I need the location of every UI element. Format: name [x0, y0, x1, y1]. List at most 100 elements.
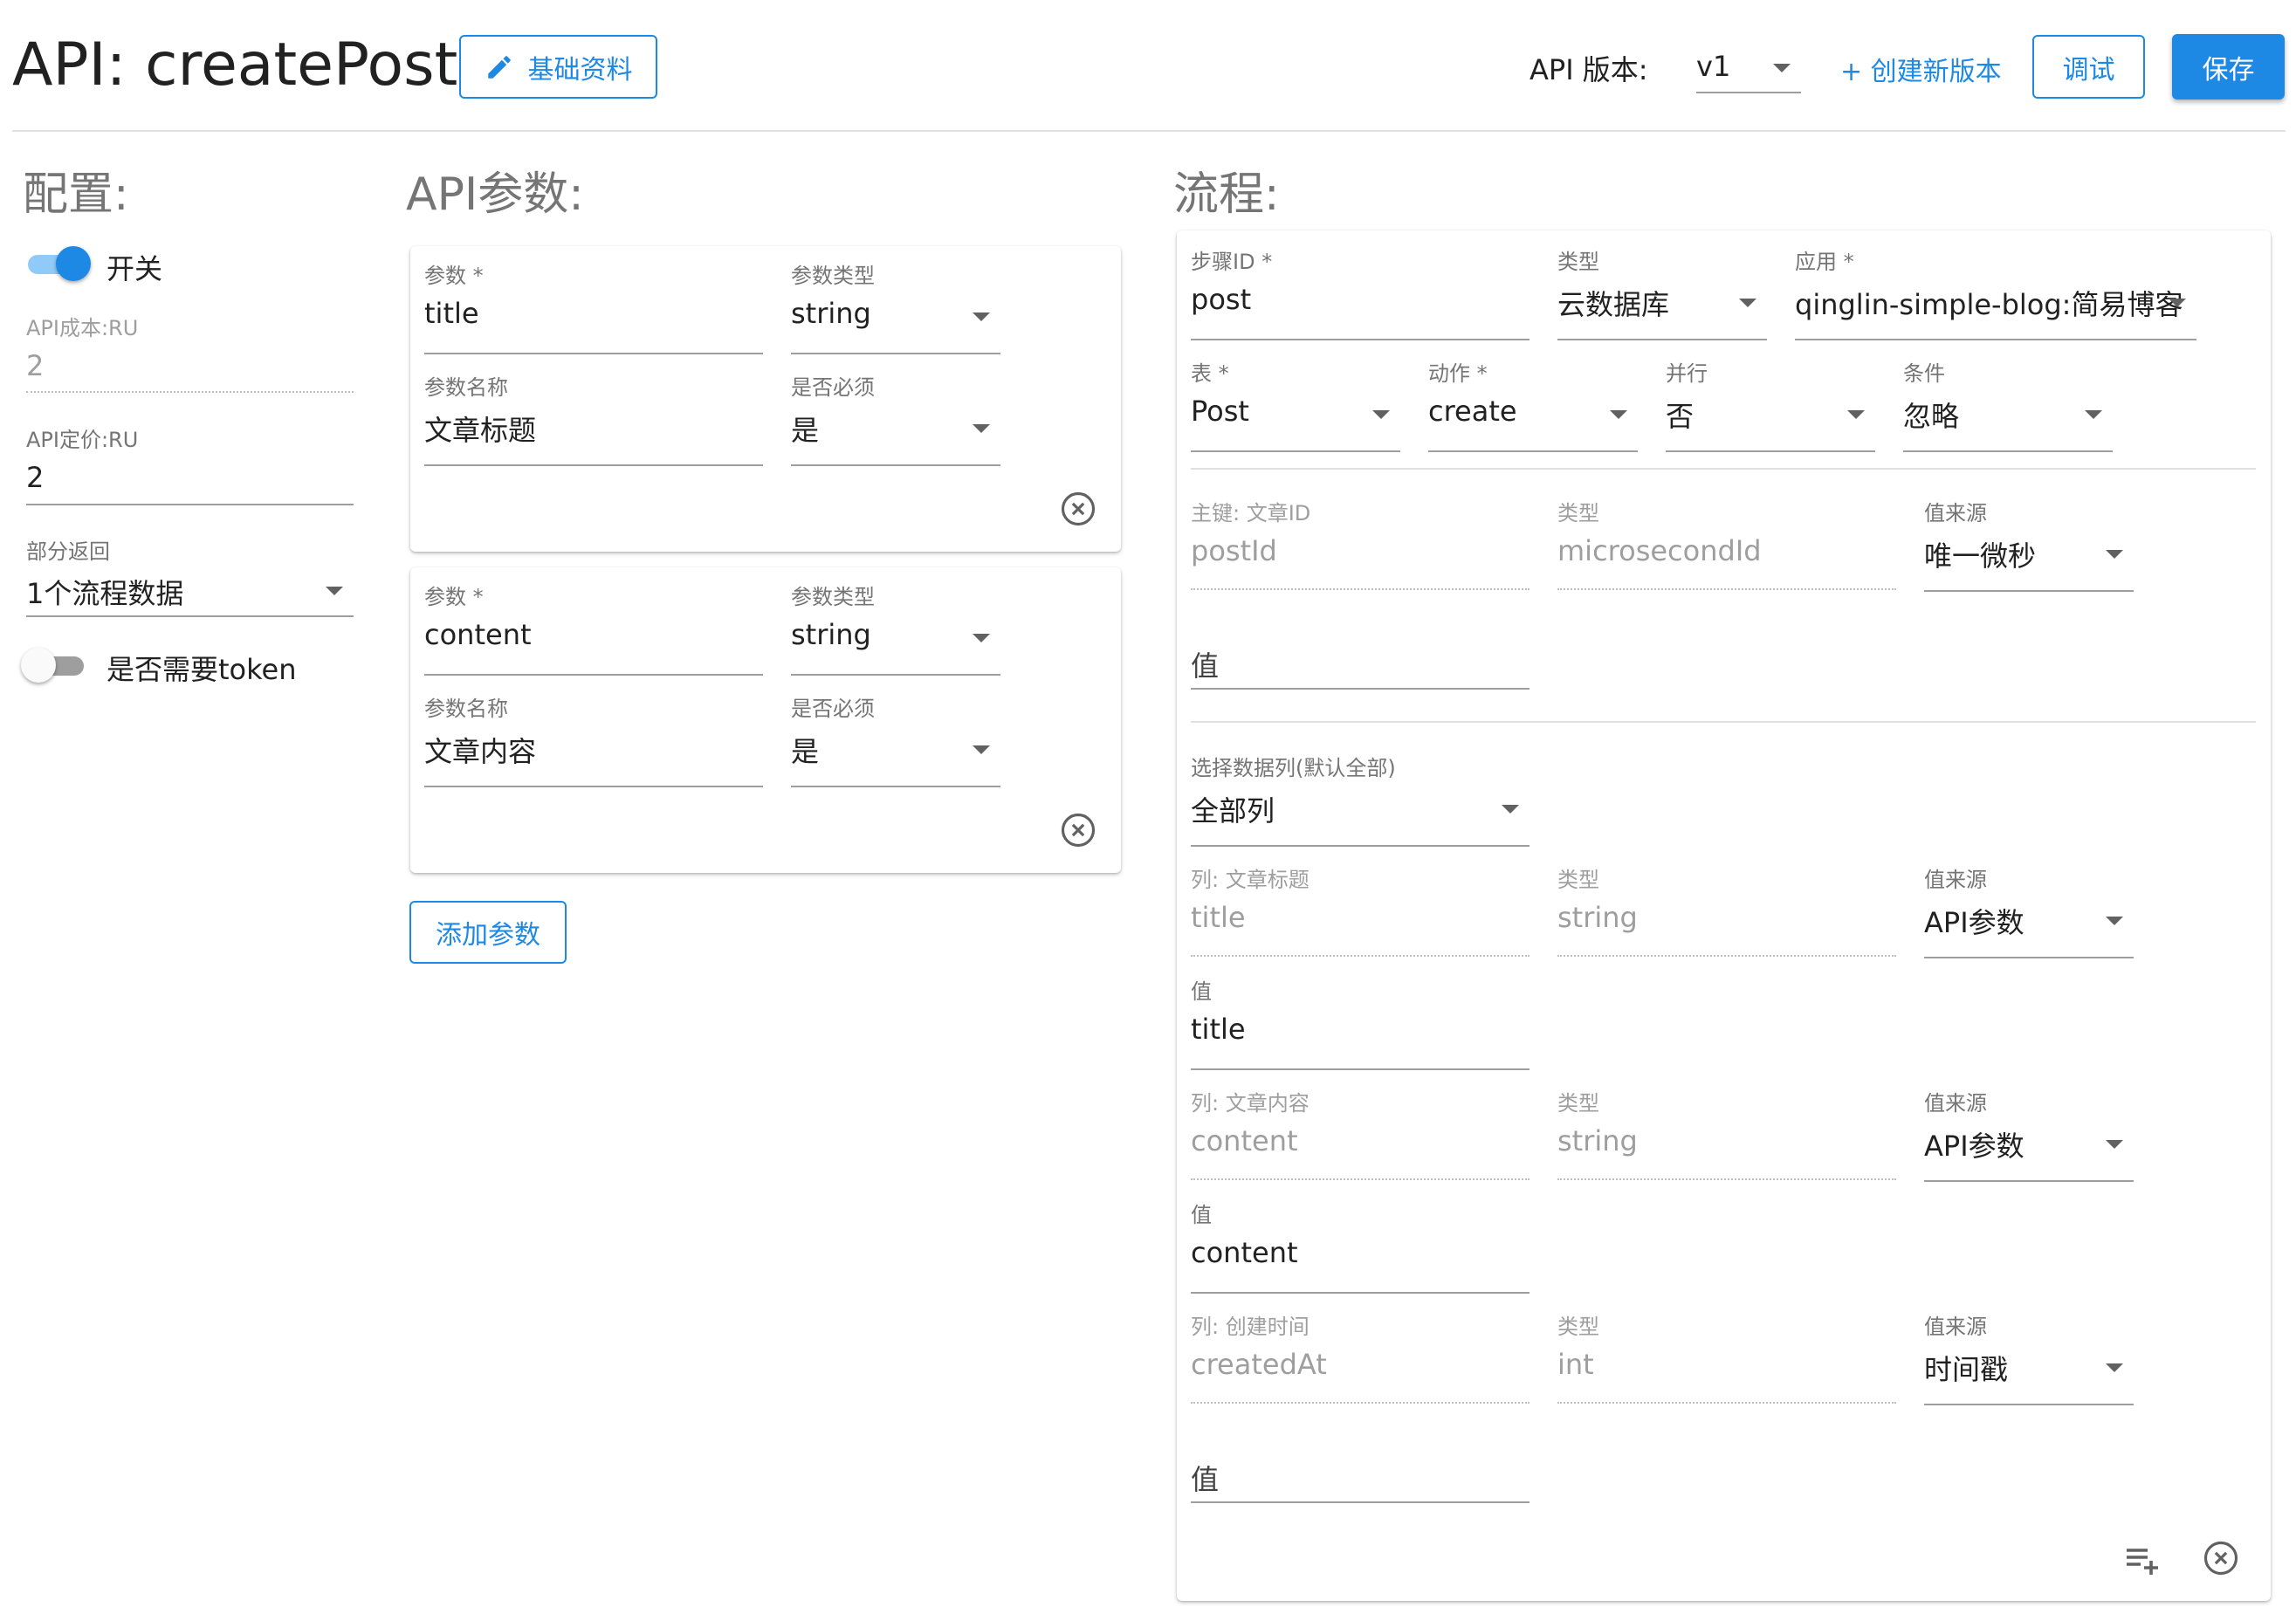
column-type-label: 类型	[1557, 1315, 1599, 1339]
api-version-select[interactable]: v1	[1696, 39, 1801, 93]
chevron-down-icon	[2106, 1363, 2123, 1372]
column-source-select[interactable]: 值来源 API参数	[1924, 862, 2134, 958]
pk-source-select[interactable]: 值来源 唯一微秒	[1924, 496, 2134, 592]
table-select[interactable]: 表 * Post	[1191, 356, 1400, 452]
step-kind-label: 类型	[1557, 250, 1599, 274]
param-name-input[interactable]: content	[424, 618, 532, 651]
column-value-field[interactable]: 值	[1191, 1421, 1530, 1505]
condition-value: 忽略	[1903, 400, 1960, 433]
create-new-version-link[interactable]: + 创建新版本	[1840, 50, 2002, 88]
param-display-input[interactable]: 文章标题	[424, 409, 536, 449]
column-name-value: title	[1191, 901, 1246, 934]
enable-switch[interactable]	[24, 246, 91, 281]
select-columns-select[interactable]: 选择数据列(默认全部) 全部列	[1191, 751, 1530, 847]
step-id-field[interactable]: 步骤ID * post	[1191, 244, 1530, 340]
column-name-field: 列: 文章标题 title	[1191, 862, 1530, 957]
param-type-select[interactable]: 参数类型 string	[791, 258, 1000, 354]
pk-name-field: 主键: 文章ID postId	[1191, 496, 1530, 590]
close-circle-icon[interactable]	[2203, 1540, 2239, 1576]
api-params-section-title: API参数:	[406, 168, 584, 221]
param-display-field[interactable]: 参数名称 文章标题	[424, 370, 763, 466]
api-price-label: API定价:RU	[26, 428, 139, 452]
action-label: 动作 *	[1428, 361, 1488, 386]
chevron-down-icon	[2106, 917, 2123, 925]
edit-basic-info-button[interactable]: 基础资料	[459, 35, 657, 99]
param-type-label: 参数类型	[791, 264, 875, 288]
enable-switch-label: 开关	[107, 252, 163, 285]
debug-button[interactable]: 调试	[2032, 35, 2145, 99]
pk-type-field: 类型 microsecondId	[1557, 496, 1896, 590]
page-title: API: createPost	[12, 31, 458, 100]
flow-step-card: 步骤ID * post 类型 云数据库 应用 * qinglin-simple-…	[1177, 230, 2271, 1601]
chevron-down-icon	[973, 312, 990, 321]
column-type-value: string	[1557, 1124, 1638, 1157]
pk-name-value: postId	[1191, 534, 1277, 567]
pk-value-input[interactable]: 值	[1191, 644, 1219, 684]
param-name-input[interactable]: title	[424, 297, 479, 330]
param-name-field[interactable]: 参数 * content	[424, 580, 763, 676]
param-name-label: 参数 *	[424, 585, 484, 609]
column-type-value: int	[1557, 1348, 1594, 1381]
require-token-switch[interactable]	[21, 648, 87, 683]
param-required-select[interactable]: 是否必须 是	[791, 691, 1000, 787]
column-source-select[interactable]: 值来源 API参数	[1924, 1086, 2134, 1182]
partial-return-label: 部分返回	[26, 539, 110, 564]
column-value-input[interactable]: title	[1191, 1013, 1246, 1046]
column-name-label: 列: 创建时间	[1191, 1315, 1310, 1339]
chevron-down-icon	[1739, 299, 1756, 307]
chevron-down-icon	[2106, 1140, 2123, 1149]
column-source-label: 值来源	[1924, 1091, 1987, 1116]
column-value-label: 值	[1191, 1203, 1212, 1227]
column-value-input[interactable]: content	[1191, 1236, 1298, 1269]
step-kind-select[interactable]: 类型 云数据库	[1557, 244, 1767, 340]
action-select[interactable]: 动作 * create	[1428, 356, 1638, 452]
parallel-value: 否	[1666, 400, 1695, 433]
param-name-label: 参数 *	[424, 264, 484, 288]
config-section-title: 配置:	[23, 168, 129, 221]
pk-value-field[interactable]: 值	[1191, 608, 1530, 691]
column-source-value: API参数	[1924, 906, 2024, 939]
column-type-field: 类型 string	[1557, 862, 1896, 957]
param-required-select[interactable]: 是否必须 是	[791, 370, 1000, 466]
column-value-field[interactable]: 值 title	[1191, 974, 1530, 1070]
save-button[interactable]: 保存	[2172, 34, 2285, 100]
partial-return-select[interactable]: 部分返回 1个流程数据	[26, 534, 354, 618]
column-name-value: createdAt	[1191, 1348, 1327, 1381]
close-circle-icon[interactable]	[1060, 812, 1096, 848]
chevron-down-icon	[2085, 410, 2102, 419]
column-source-select[interactable]: 值来源 时间戳	[1924, 1309, 2134, 1405]
step-id-input[interactable]: post	[1191, 283, 1251, 316]
api-price-input[interactable]: 2	[26, 461, 44, 494]
param-display-input[interactable]: 文章内容	[424, 730, 536, 770]
param-display-field[interactable]: 参数名称 文章内容	[424, 691, 763, 787]
column-value-label: 值	[1191, 979, 1212, 1004]
playlist-add-icon[interactable]	[2121, 1538, 2163, 1580]
column-value-field[interactable]: 值 content	[1191, 1198, 1530, 1294]
param-required-label: 是否必须	[791, 697, 875, 721]
column-name-label: 列: 文章标题	[1191, 868, 1310, 892]
header-divider	[12, 130, 2286, 132]
param-name-field[interactable]: 参数 * title	[424, 258, 763, 354]
parallel-label: 并行	[1666, 361, 1708, 386]
add-param-button[interactable]: 添加参数	[409, 901, 567, 964]
pk-type-value: microsecondId	[1557, 534, 1762, 567]
table-label: 表 *	[1191, 361, 1229, 386]
page-header: API: createPost 基础资料 API 版本: v1 + 创建新版本 …	[0, 0, 2296, 133]
column-source-label: 值来源	[1924, 868, 1987, 892]
param-type-label: 参数类型	[791, 585, 875, 609]
param-type-select[interactable]: 参数类型 string	[791, 580, 1000, 676]
column-value-input[interactable]: 值	[1191, 1458, 1219, 1498]
chevron-down-icon	[973, 745, 990, 754]
param-card: 参数 * content 参数类型 string 参数名称 文章内容 是否必须 …	[410, 567, 1121, 873]
parallel-select[interactable]: 并行 否	[1666, 356, 1875, 452]
condition-select[interactable]: 条件 忽略	[1903, 356, 2113, 452]
pk-source-value: 唯一微秒	[1924, 539, 2037, 573]
param-required-label: 是否必须	[791, 375, 875, 400]
pencil-icon	[487, 55, 511, 79]
close-circle-icon[interactable]	[1060, 491, 1096, 527]
app-select[interactable]: 应用 * qinglin-simple-blog:简易博客	[1795, 244, 2196, 340]
api-price-field[interactable]: API定价:RU 2	[26, 422, 354, 506]
app-value: qinglin-simple-blog:简易博客	[1795, 288, 2183, 321]
chevron-down-icon	[2106, 550, 2123, 559]
api-cost-field: API成本:RU 2	[26, 311, 354, 395]
